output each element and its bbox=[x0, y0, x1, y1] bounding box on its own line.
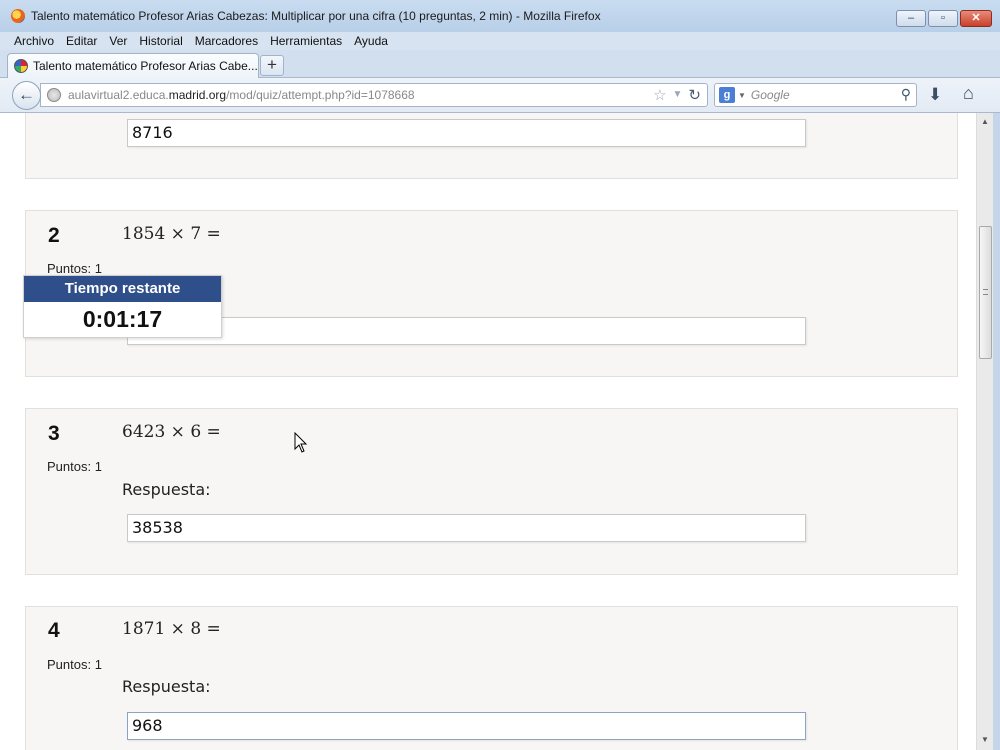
menu-archivo[interactable]: Archivo bbox=[14, 34, 54, 48]
globe-icon bbox=[47, 88, 61, 102]
dropdown-arrow-icon[interactable]: ▼ bbox=[673, 86, 683, 104]
answer-input-2[interactable] bbox=[127, 317, 806, 345]
new-tab-button[interactable]: + bbox=[260, 55, 284, 76]
menu-editar[interactable]: Editar bbox=[66, 34, 97, 48]
window-frame bbox=[993, 113, 1000, 750]
window-titlebar: Talento matemático Profesor Arias Cabeza… bbox=[0, 0, 1000, 32]
question-text: 6423 × 6 = bbox=[122, 422, 221, 442]
question-card-4: 4 1871 × 8 = Puntos: 1 Respuesta: 968 bbox=[25, 606, 958, 750]
search-icon[interactable]: ⚲ bbox=[901, 86, 911, 103]
response-label: Respuesta: bbox=[122, 677, 211, 696]
scrollbar-thumb[interactable] bbox=[979, 226, 992, 359]
close-button[interactable]: ✕ bbox=[960, 10, 992, 27]
url-text: aulavirtual2.educa.madrid.org/mod/quiz/a… bbox=[68, 88, 415, 102]
home-icon[interactable]: ⌂ bbox=[963, 83, 974, 104]
question-points: Puntos: 1 bbox=[47, 657, 102, 672]
vertical-scrollbar[interactable]: ▲ ▼ bbox=[976, 113, 993, 750]
url-bar-icons: ☆ ▼ ↻ bbox=[653, 86, 701, 104]
scroll-down-icon[interactable]: ▼ bbox=[981, 735, 989, 744]
timer-label: Tiempo restante bbox=[24, 276, 221, 302]
question-card-1: 8716 bbox=[25, 113, 958, 179]
back-button[interactable]: ← bbox=[12, 81, 41, 110]
navigation-bar: aulavirtual2.educa.madrid.org/mod/quiz/a… bbox=[0, 78, 1000, 113]
scroll-up-icon[interactable]: ▲ bbox=[981, 117, 989, 126]
question-number: 2 bbox=[48, 224, 60, 247]
window-controls: – ▫ ✕ bbox=[896, 10, 992, 27]
question-text: 1854 × 7 = bbox=[122, 224, 221, 244]
search-engine-dropdown-icon[interactable]: ▼ bbox=[738, 91, 746, 100]
tab-label: Talento matemático Profesor Arias Cabe..… bbox=[33, 59, 258, 73]
download-icon[interactable]: ⬇ bbox=[928, 85, 942, 105]
maximize-button[interactable]: ▫ bbox=[928, 10, 958, 27]
menu-ver[interactable]: Ver bbox=[109, 34, 127, 48]
menu-bar: Archivo Editar Ver Historial Marcadores … bbox=[0, 32, 1000, 50]
window-title: Talento matemático Profesor Arias Cabeza… bbox=[31, 9, 601, 23]
timer-value: 0:01:17 bbox=[82, 306, 163, 332]
minimize-button[interactable]: – bbox=[896, 10, 926, 27]
tab-quiz[interactable]: Talento matemático Profesor Arias Cabe..… bbox=[7, 53, 259, 78]
menu-ayuda[interactable]: Ayuda bbox=[354, 34, 388, 48]
question-text: 1871 × 8 = bbox=[122, 619, 221, 639]
firefox-icon bbox=[11, 9, 25, 23]
search-bar[interactable]: g ▼ Google ⚲ bbox=[714, 83, 917, 107]
question-points: Puntos: 1 bbox=[47, 459, 102, 474]
question-points: Puntos: 1 bbox=[47, 261, 102, 276]
tab-bar: Talento matemático Profesor Arias Cabe..… bbox=[0, 50, 1000, 78]
google-icon[interactable]: g bbox=[719, 87, 735, 103]
timer-block: Tiempo restante 0:01:17 bbox=[23, 275, 222, 338]
answer-input-4[interactable]: 968 bbox=[127, 712, 806, 740]
bookmark-star-icon[interactable]: ☆ bbox=[653, 86, 666, 104]
search-placeholder: Google bbox=[750, 88, 790, 102]
moodle-favicon-icon bbox=[14, 59, 28, 73]
question-number: 3 bbox=[48, 422, 60, 445]
menu-historial[interactable]: Historial bbox=[139, 34, 182, 48]
page-content: 8716 2 1854 × 7 = Puntos: 1 3 6423 × 6 =… bbox=[0, 113, 976, 750]
reload-icon[interactable]: ↻ bbox=[688, 86, 701, 104]
menu-herramientas[interactable]: Herramientas bbox=[270, 34, 342, 48]
question-number: 4 bbox=[48, 619, 60, 642]
response-label: Respuesta: bbox=[122, 480, 211, 499]
answer-input-1[interactable]: 8716 bbox=[127, 119, 806, 147]
question-card-3: 3 6423 × 6 = Puntos: 1 Respuesta: 38538 bbox=[25, 408, 958, 575]
menu-marcadores[interactable]: Marcadores bbox=[195, 34, 258, 48]
answer-input-3[interactable]: 38538 bbox=[127, 514, 806, 542]
url-bar[interactable]: aulavirtual2.educa.madrid.org/mod/quiz/a… bbox=[40, 83, 708, 107]
